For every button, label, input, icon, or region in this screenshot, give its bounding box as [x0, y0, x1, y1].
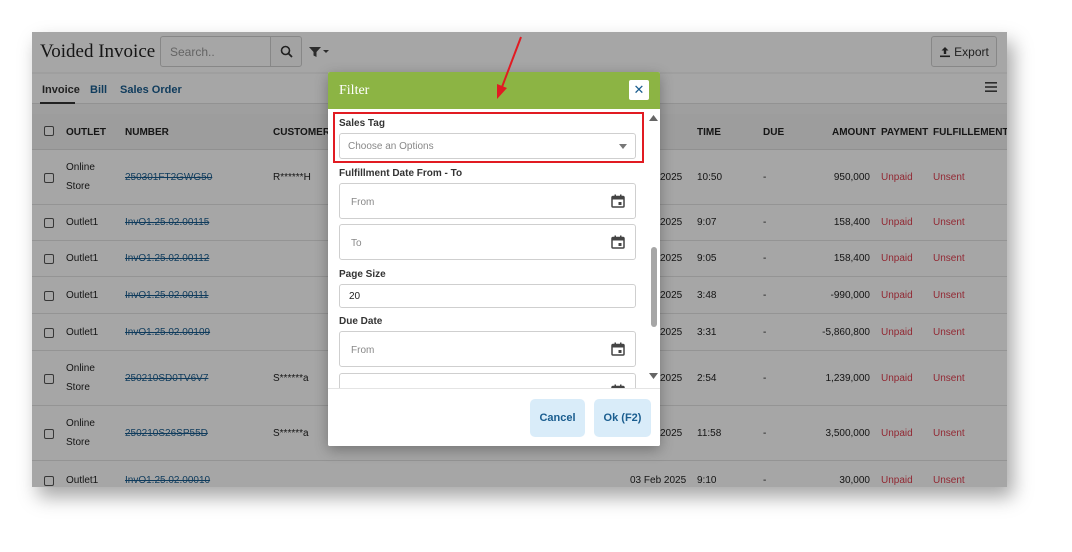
- scroll-up-icon[interactable]: [649, 115, 658, 121]
- filter-dialog-body: Sales Tag Choose an Options Fulfillment …: [328, 109, 660, 388]
- fulfillment-date-label: Fulfillment Date From - To: [339, 168, 463, 179]
- filter-dialog: Filter ✕ Sales Tag Choose an Options Ful…: [328, 72, 660, 446]
- fulfillment-date-from-placeholder: From: [351, 197, 375, 208]
- due-date-to-input[interactable]: [339, 373, 636, 388]
- calendar-icon[interactable]: [611, 342, 625, 356]
- scrollbar-thumb[interactable]: [651, 247, 657, 327]
- cancel-button[interactable]: Cancel: [530, 399, 585, 437]
- due-date-label: Due Date: [339, 316, 383, 327]
- page-size-value: 20: [349, 291, 361, 302]
- app-window: Voided Invoice Export Invoice Bill Sales…: [32, 32, 1007, 487]
- dialog-scrollbar[interactable]: [647, 109, 660, 388]
- due-date-from-placeholder: From: [351, 345, 375, 356]
- due-date-from-input[interactable]: From: [339, 331, 636, 367]
- close-button[interactable]: ✕: [629, 80, 649, 100]
- page-size-input[interactable]: 20: [339, 284, 636, 308]
- fulfillment-date-to-input[interactable]: To: [339, 224, 636, 260]
- sales-tag-highlight: [333, 112, 644, 163]
- calendar-icon[interactable]: [611, 235, 625, 249]
- scroll-down-icon[interactable]: [649, 373, 658, 379]
- fulfillment-date-to-placeholder: To: [351, 238, 362, 249]
- ok-button[interactable]: Ok (F2): [594, 399, 651, 437]
- voided-invoice-page: Voided Invoice Export Invoice Bill Sales…: [32, 32, 1007, 487]
- fulfillment-date-from-input[interactable]: From: [339, 183, 636, 219]
- filter-dialog-footer: Cancel Ok (F2): [328, 388, 660, 446]
- filter-dialog-title: Filter: [339, 83, 370, 98]
- annotation-arrow-icon: [497, 36, 522, 99]
- calendar-icon[interactable]: [611, 194, 625, 208]
- close-icon: ✕: [633, 82, 645, 97]
- page-size-label: Page Size: [339, 269, 386, 280]
